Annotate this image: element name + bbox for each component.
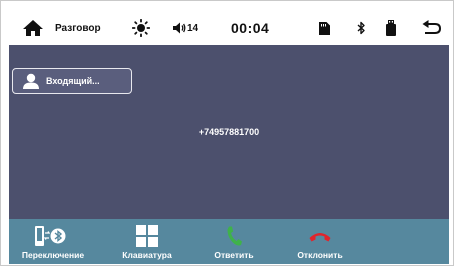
answer-label: Ответить bbox=[214, 250, 254, 260]
screen-title: Разговор bbox=[55, 22, 101, 34]
call-screen: Разговор 14 00:04 Входящий... +749578817… bbox=[0, 0, 454, 266]
brightness-icon[interactable] bbox=[132, 11, 150, 45]
home-icon[interactable] bbox=[22, 11, 44, 45]
decline-label: Отклонить bbox=[297, 250, 343, 260]
caller-label: Входящий... bbox=[46, 76, 100, 86]
keypad-label: Клавиатура bbox=[122, 250, 172, 260]
caller-box[interactable]: Входящий... bbox=[12, 68, 132, 94]
person-icon bbox=[22, 73, 40, 89]
keypad-icon bbox=[109, 225, 185, 247]
answer-button[interactable]: Ответить bbox=[199, 219, 269, 264]
phone-hangup-icon bbox=[283, 225, 357, 247]
switch-button[interactable]: Переключение bbox=[9, 219, 97, 264]
call-timer: 00:04 bbox=[231, 20, 270, 36]
back-icon[interactable] bbox=[422, 11, 442, 45]
call-action-bar: Переключение Клавиатура Ответить Отклони… bbox=[9, 219, 449, 264]
phone-bluetooth-switch-icon bbox=[9, 225, 97, 247]
phone-number: +74957881700 bbox=[198, 127, 260, 137]
switch-label: Переключение bbox=[21, 250, 85, 260]
keypad-button[interactable]: Клавиатура bbox=[109, 219, 185, 264]
bluetooth-icon bbox=[356, 11, 366, 45]
volume-level: 14 bbox=[187, 22, 199, 34]
phone-answer-icon bbox=[199, 225, 269, 247]
decline-button[interactable]: Отклонить bbox=[283, 219, 357, 264]
usb-icon bbox=[385, 11, 397, 45]
status-bar: Разговор 14 00:04 bbox=[9, 11, 449, 45]
volume-icon[interactable] bbox=[172, 11, 186, 45]
sd-card-icon bbox=[319, 11, 331, 45]
call-panel: Входящий... +74957881700 bbox=[9, 45, 449, 219]
